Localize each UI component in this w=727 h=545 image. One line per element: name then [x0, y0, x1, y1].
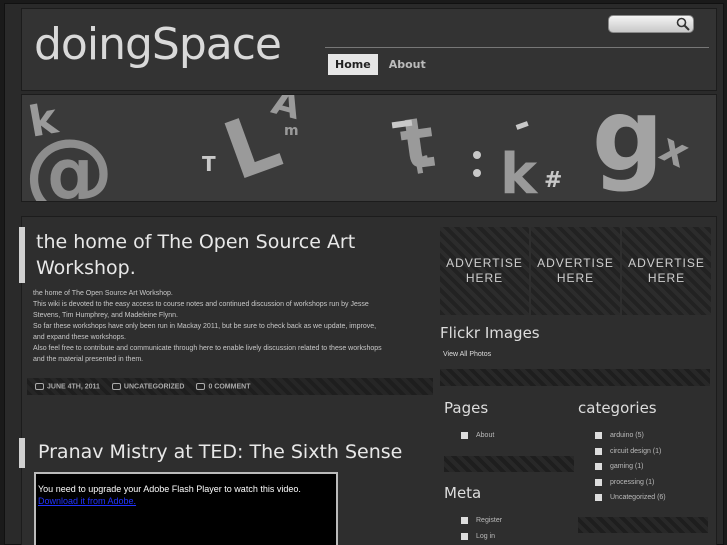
tag-icon — [111, 382, 121, 390]
post-line: Also feel free to contribute and communi… — [33, 345, 382, 352]
pages-item-about[interactable]: About — [461, 428, 494, 444]
advertise-here-tile[interactable]: ADVERTISE HERE — [622, 227, 711, 315]
search-input[interactable] — [608, 15, 694, 33]
post-line: So far these workshops have only been ru… — [33, 323, 377, 330]
category-item[interactable]: Uncategorized (6) — [595, 490, 666, 506]
post-comments[interactable]: 0 COMMENT — [196, 382, 250, 390]
header: doingSpace Home About — [21, 8, 717, 91]
flash-video-placeholder: You need to upgrade your Adobe Flash Pla… — [34, 472, 338, 545]
post-accent-bar — [19, 438, 25, 468]
ad-line: ADVERTISE — [537, 256, 614, 270]
post-line: and expand these workshops. — [33, 334, 127, 341]
site-logo[interactable]: doingSpace — [34, 19, 282, 70]
post-date-label: JUNE 4TH, 2011 — [47, 383, 100, 391]
ad-line: ADVERTISE — [446, 256, 523, 270]
post-title[interactable]: the home of The Open Source Art Workshop… — [36, 229, 416, 281]
content-area: the home of The Open Source Art Workshop… — [19, 216, 717, 545]
post-date: JUNE 4TH, 2011 — [35, 382, 100, 391]
nav-divider — [325, 47, 709, 48]
banner-letter: m — [284, 123, 299, 139]
advertise-here-tile[interactable]: ADVERTISE HERE — [440, 227, 529, 315]
banner-shape — [473, 169, 481, 177]
meta-item-register[interactable]: Register — [461, 513, 502, 529]
banner-letters: k @ L A m t r k # g x T — [24, 95, 696, 202]
meta-widget-title: Meta — [444, 484, 482, 502]
post-line: and the material presented in them. — [33, 356, 144, 363]
categories-widget-title: categories — [578, 399, 657, 417]
banner-letter: g — [592, 95, 664, 194]
calendar-icon — [35, 382, 44, 390]
ad-line: ADVERTISE — [628, 256, 705, 270]
meta-list: Register Log in — [461, 513, 502, 544]
view-all-photos-link[interactable]: View All Photos — [443, 351, 491, 358]
meta-item-login[interactable]: Log in — [461, 529, 502, 545]
nav-home[interactable]: Home — [328, 54, 378, 75]
flickr-widget-title: Flickr Images — [440, 324, 540, 342]
ad-line: HERE — [556, 271, 595, 285]
comment-icon — [196, 382, 206, 390]
banner-shape — [515, 121, 529, 130]
nav-about[interactable]: About — [382, 54, 433, 75]
ad-line: HERE — [647, 271, 686, 285]
post-comments-label[interactable]: 0 COMMENT — [208, 383, 250, 390]
post-accent-bar — [19, 227, 25, 283]
banner-letter: k — [500, 142, 539, 202]
banner-letter: T — [202, 152, 216, 176]
category-item[interactable]: circuit design (1) — [595, 444, 666, 460]
flash-download-link[interactable]: Download it from Adobe. — [38, 496, 334, 506]
post-category-label[interactable]: UNCATEGORIZED — [124, 383, 185, 390]
post-category[interactable]: UNCATEGORIZED — [111, 382, 185, 390]
widget-divider — [578, 517, 708, 533]
post-line: This wiki is devoted to the easy access … — [33, 301, 369, 308]
banner-letter: @ — [24, 120, 114, 202]
advertise-here-tile[interactable]: ADVERTISE HERE — [531, 227, 620, 315]
flash-message: You need to upgrade your Adobe Flash Pla… — [38, 484, 301, 494]
post-line: Stevens, Tim Humphrey, and Madeleine Fly… — [33, 312, 178, 319]
category-item[interactable]: processing (1) — [595, 475, 666, 491]
page: doingSpace Home About k @ L A m t r k # … — [4, 3, 724, 545]
search-icon[interactable] — [676, 17, 690, 31]
category-item[interactable]: gaming (1) — [595, 459, 666, 475]
category-item[interactable]: arduino (5) — [595, 428, 666, 444]
post-body: the home of The Open Source Art Workshop… — [33, 288, 426, 365]
categories-list: arduino (5) circuit design (1) gaming (1… — [595, 428, 666, 506]
widget-divider — [444, 456, 574, 472]
pages-widget-title: Pages — [444, 399, 489, 417]
ad-line: HERE — [465, 271, 504, 285]
widget-divider — [440, 369, 710, 386]
banner-shape — [473, 151, 481, 159]
post-line: the home of The Open Source Art Workshop… — [33, 290, 173, 297]
banner-letter: # — [544, 168, 562, 193]
header-banner: k @ L A m t r k # g x T — [21, 94, 717, 202]
pages-list: About — [461, 428, 494, 444]
main-nav: Home About — [328, 54, 433, 75]
ad-row: ADVERTISE HERE ADVERTISE HERE ADVERTISE HER… — [440, 227, 711, 315]
post-title[interactable]: Pranav Mistry at TED: The Sixth Sense — [38, 441, 402, 463]
post-meta-bar: JUNE 4TH, 2011 UNCATEGORIZED 0 COMMENT — [27, 378, 433, 395]
